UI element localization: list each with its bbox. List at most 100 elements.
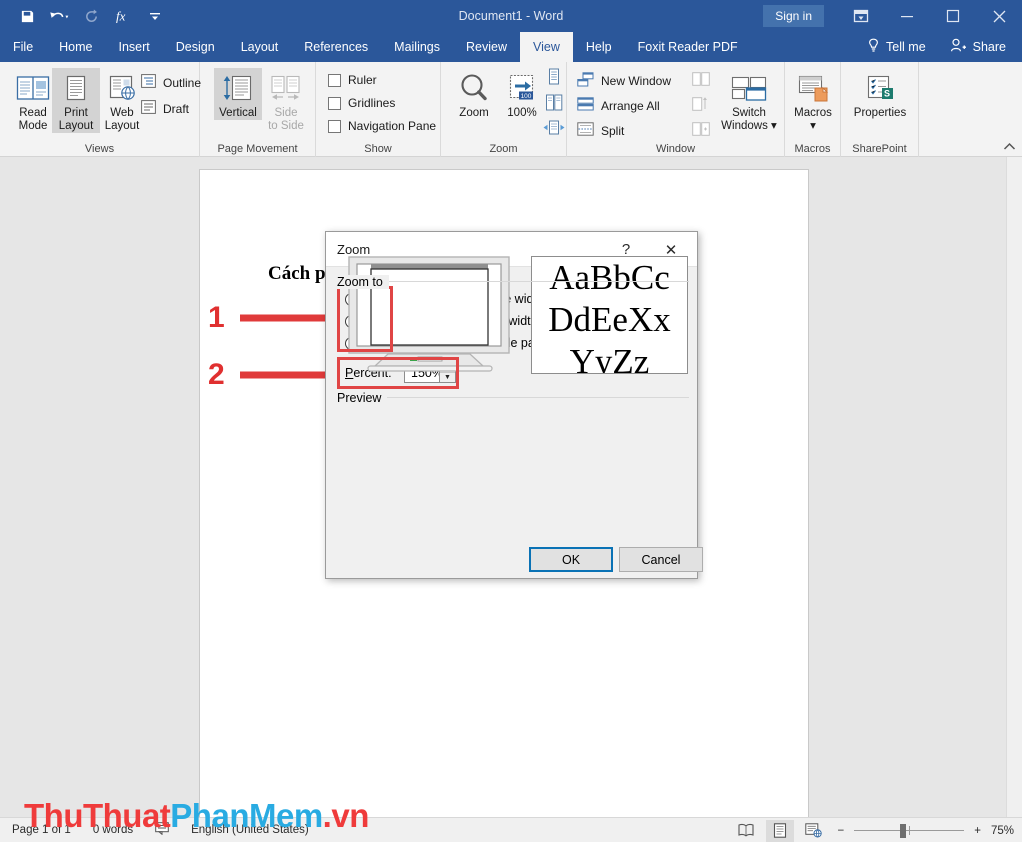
outline-icon bbox=[141, 74, 156, 91]
tab-view[interactable]: View bbox=[520, 32, 573, 62]
arrange-all-icon bbox=[577, 97, 594, 114]
maximize-icon[interactable] bbox=[930, 0, 976, 32]
save-icon[interactable] bbox=[12, 3, 42, 29]
tab-home[interactable]: Home bbox=[46, 32, 105, 62]
multiple-pages-icon bbox=[545, 94, 563, 114]
ok-button[interactable]: OK bbox=[529, 547, 613, 572]
tab-foxit-reader-pdf[interactable]: Foxit Reader PDF bbox=[625, 32, 751, 62]
dialog-title: Zoom bbox=[337, 241, 371, 257]
split-label: Split bbox=[601, 123, 625, 138]
zoom-slider-midpoint bbox=[909, 825, 911, 835]
web-layout-icon bbox=[106, 68, 138, 104]
group-label-window: Window bbox=[655, 143, 696, 155]
window-controls: Sign in bbox=[763, 0, 1022, 32]
web-layout-button[interactable]: Web Layout bbox=[98, 68, 146, 133]
one-page-button[interactable] bbox=[547, 68, 561, 88]
gridlines-checkbox[interactable]: Gridlines bbox=[328, 96, 395, 110]
tab-file[interactable]: File bbox=[0, 32, 46, 62]
spinner-down-icon[interactable]: ▼ bbox=[440, 373, 455, 382]
tab-layout[interactable]: Layout bbox=[228, 32, 292, 62]
tab-review[interactable]: Review bbox=[453, 32, 520, 62]
tab-help[interactable]: Help bbox=[573, 32, 625, 62]
ribbon-display-options-icon[interactable] bbox=[838, 0, 884, 32]
read-mode-view-icon[interactable] bbox=[732, 820, 760, 842]
arrange-all-button[interactable]: Arrange All bbox=[577, 97, 660, 114]
ribbon-group-sharepoint: S Properties SharePoint bbox=[841, 62, 919, 157]
formula-icon[interactable]: fx bbox=[108, 3, 138, 29]
zoom-label: Zoom bbox=[459, 107, 489, 119]
multiple-pages-button[interactable] bbox=[545, 94, 563, 114]
preview-label: Preview bbox=[337, 391, 388, 405]
ruler-checkbox[interactable]: Ruler bbox=[328, 73, 377, 87]
properties-button[interactable]: S Properties bbox=[849, 68, 911, 120]
zoom-out-button[interactable]: − bbox=[834, 825, 849, 837]
web-layout-view-icon[interactable] bbox=[800, 820, 828, 842]
navigation-pane-label: Navigation Pane bbox=[348, 119, 437, 133]
zoom-slider[interactable] bbox=[854, 821, 965, 841]
share-button[interactable]: Share bbox=[938, 32, 1022, 62]
view-side-by-side-icon bbox=[692, 72, 710, 89]
ribbon-tab-bar: File Home Insert Design Layout Reference… bbox=[0, 32, 1022, 62]
share-label: Share bbox=[972, 40, 1006, 54]
group-divider bbox=[337, 397, 689, 398]
quick-access-toolbar: fx bbox=[0, 0, 170, 32]
ribbon-group-views: Read Mode Print Layout Web Layout Outlin… bbox=[0, 62, 201, 157]
switch-windows-button[interactable]: Switch Windows ▾ bbox=[719, 68, 779, 133]
watermark-part-1: ThuThuat bbox=[24, 797, 171, 834]
page-width-button[interactable] bbox=[543, 120, 565, 138]
ribbon-group-zoom: Zoom 100 100% Zoom bbox=[441, 62, 567, 157]
close-icon[interactable] bbox=[976, 0, 1022, 32]
web-layout-label-line1: Web bbox=[110, 107, 134, 119]
ribbon-group-macros: Macros ▾ Macros bbox=[785, 62, 841, 157]
tell-me-button[interactable]: Tell me bbox=[855, 32, 938, 62]
ribbon: Read Mode Print Layout Web Layout Outlin… bbox=[0, 62, 1022, 157]
macros-button[interactable]: Macros ▾ bbox=[788, 68, 838, 133]
zoom-100-button[interactable]: 100 100% bbox=[499, 68, 545, 120]
ok-label: OK bbox=[561, 552, 581, 567]
side-to-side-label-line1: Side bbox=[274, 107, 298, 119]
collapse-ribbon-icon[interactable] bbox=[1003, 142, 1016, 154]
draft-icon bbox=[141, 100, 156, 117]
side-to-side-icon bbox=[269, 68, 303, 104]
macros-label: Macros bbox=[794, 107, 832, 119]
print-layout-label-line1: Print bbox=[64, 107, 88, 119]
new-window-button[interactable]: New Window bbox=[577, 72, 671, 90]
arrange-all-label: Arrange All bbox=[601, 98, 660, 113]
zoom-level-label[interactable]: 75% bbox=[991, 825, 1014, 837]
split-icon bbox=[577, 122, 594, 139]
undo-icon[interactable] bbox=[44, 3, 74, 29]
lightbulb-icon bbox=[867, 38, 880, 56]
split-button[interactable]: Split bbox=[577, 122, 624, 139]
switch-windows-icon bbox=[729, 68, 769, 104]
zoom-button[interactable]: Zoom bbox=[449, 68, 499, 120]
customize-qat-icon[interactable] bbox=[140, 3, 170, 29]
zoom-100-label: 100% bbox=[507, 107, 537, 119]
minimize-icon[interactable] bbox=[884, 0, 930, 32]
annotation-number-2: 2 bbox=[208, 358, 225, 391]
cancel-button[interactable]: Cancel bbox=[619, 547, 703, 572]
vertical-button[interactable]: Vertical bbox=[214, 68, 262, 120]
switch-windows-label-line1: Switch bbox=[732, 107, 766, 119]
preview-text-line-2: DdEeXx bbox=[548, 300, 671, 339]
draft-button[interactable]: Draft bbox=[141, 100, 189, 117]
vertical-scrollbar[interactable] bbox=[1006, 157, 1022, 817]
tab-insert[interactable]: Insert bbox=[106, 32, 163, 62]
chevron-down-icon: ▾ bbox=[771, 120, 777, 132]
zoom-slider-thumb[interactable] bbox=[900, 823, 907, 838]
print-layout-button[interactable]: Print Layout bbox=[52, 68, 100, 133]
group-label-show: Show bbox=[364, 143, 392, 155]
navigation-pane-checkbox[interactable]: Navigation Pane bbox=[328, 119, 436, 133]
outline-button[interactable]: Outline bbox=[141, 74, 201, 91]
tab-design[interactable]: Design bbox=[163, 32, 228, 62]
tab-mailings[interactable]: Mailings bbox=[381, 32, 453, 62]
watermark: ThuThuatPhanMem.vn bbox=[24, 797, 369, 835]
print-layout-view-icon[interactable] bbox=[765, 819, 794, 842]
read-mode-button[interactable]: Read Mode bbox=[10, 68, 56, 133]
zoom-in-button[interactable]: + bbox=[970, 825, 985, 837]
read-mode-label-line1: Read bbox=[19, 107, 47, 119]
sign-in-button[interactable]: Sign in bbox=[763, 5, 824, 27]
svg-text:fx: fx bbox=[116, 9, 126, 24]
reset-window-position-icon bbox=[692, 122, 710, 139]
zoom-dialog: Zoom ? ✕ Zoom to 200% 100% 75% Page widt… bbox=[325, 231, 703, 579]
tab-references[interactable]: References bbox=[291, 32, 381, 62]
